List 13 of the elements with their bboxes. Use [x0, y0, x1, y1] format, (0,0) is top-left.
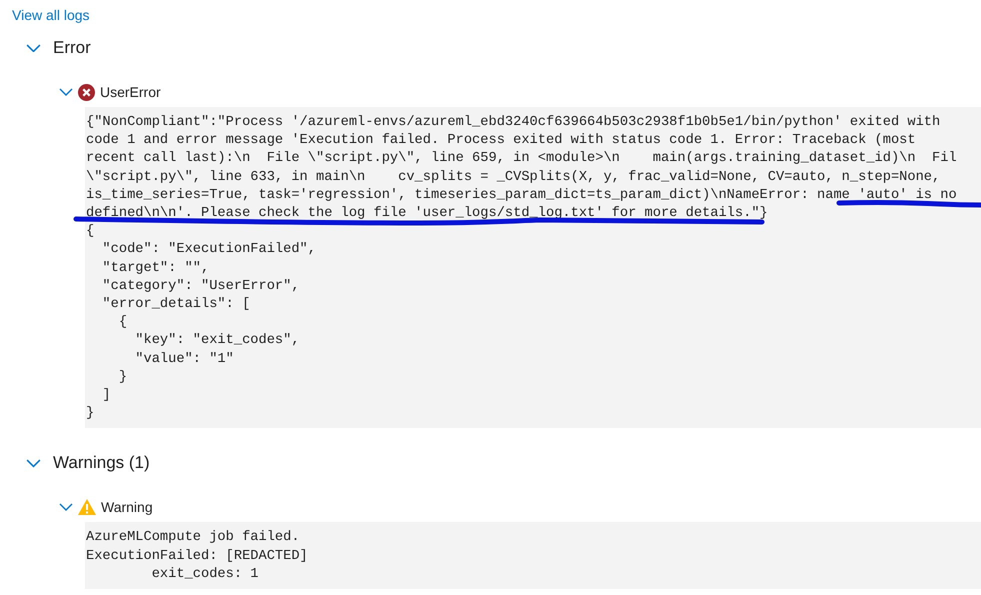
- log-output: AzureMLCompute job failed. ExecutionFailed: [REDACTED] exit_codes: 1: [85, 522, 981, 590]
- chevron-icon[interactable]: [26, 44, 41, 52]
- section-title: Error: [53, 38, 91, 58]
- warning-icon: [78, 499, 96, 516]
- item-title: UserError: [100, 84, 161, 100]
- section-title: Warnings (1): [53, 453, 150, 474]
- chevron-icon[interactable]: [59, 503, 73, 512]
- view-logs-link[interactable]: View all logs: [12, 7, 90, 23]
- chevron-icon[interactable]: [26, 459, 41, 468]
- log-output: {"NonCompliant":"Process '/azureml-envs/azureml_ebd3240cf639664b503c2938f1b0b5e1/bin/python' exited with code 1 and error message 'Execution failed. Process exited with status code 1. Error: Traceback (most recent call last):\n File \"script.py\", line 659, in <module>\n main(args.training_dataset_id)\n Fil \"script.py\", line 633, in main\n cv_splits = _CVSplits(X, y, frac_valid=None, CV=auto, n_step=None, is_time_series=True, task='regression', timeseries_param_dict=ts_param_dict)\nNameError: name 'auto' is no defined\n\n'. Please check the log file 'user_logs/std_log.txt' for more details."} { "code": "ExecutionFailed", "target": "", "category": "UserError", "error_details": [ { "key": "exit_codes", "value": "1" } ] }: [85, 107, 981, 428]
- chevron-icon[interactable]: [59, 88, 73, 96]
- error-icon: [78, 84, 95, 100]
- item-title: Warning: [101, 499, 153, 516]
